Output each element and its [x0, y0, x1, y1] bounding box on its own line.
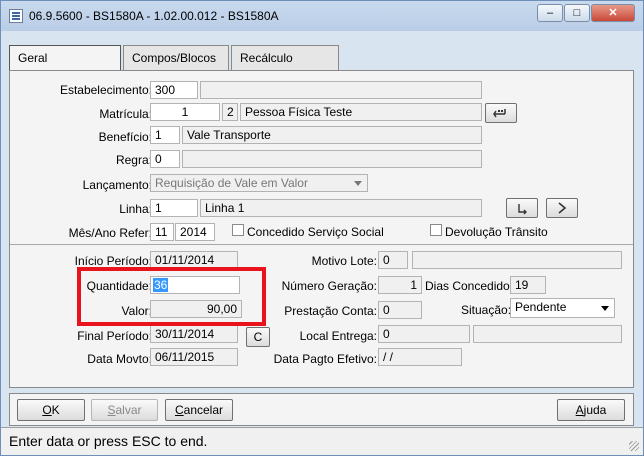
title-bar: 06.9.5600 - BS1580A - 1.02.00.012 - BS15… — [1, 1, 643, 31]
regra-name-field — [182, 150, 482, 168]
status-text: Enter data or press ESC to end. — [9, 433, 208, 449]
estabelecimento-label: Estabelecimento: — [59, 83, 152, 97]
matricula-label: Matrícula: — [99, 107, 152, 121]
tab-compos-blocos[interactable]: Compos/Blocos — [123, 45, 229, 71]
prestacao-conta-field: 0 — [378, 301, 422, 319]
maximize-button[interactable]: □ — [564, 4, 590, 22]
minimize-button[interactable]: – — [537, 4, 563, 22]
concedido-servico-social-label: Concedido Serviço Social — [247, 225, 384, 239]
devolucao-transito-label: Devolução Trânsito — [445, 225, 548, 239]
data-pagto-efetivo-label: Data Pagto Efetivo: — [273, 352, 377, 366]
close-button[interactable]: ✕ — [591, 4, 635, 22]
c-button[interactable]: C — [246, 327, 270, 347]
beneficio-label: Benefício: — [98, 130, 152, 144]
arrow-right-icon — [558, 202, 567, 214]
cancelar-label: ancelar — [183, 403, 224, 417]
final-periodo-field: 30/11/2014 — [150, 325, 238, 343]
linha-field[interactable]: 1 — [150, 199, 198, 217]
app-window: 06.9.5600 - BS1580A - 1.02.00.012 - BS15… — [0, 0, 644, 456]
lancamento-value: Requisição de Vale em Valor — [155, 176, 308, 190]
estabelecimento-field[interactable]: 300 — [150, 81, 198, 99]
beneficio-name-field: Vale Transporte — [182, 126, 482, 144]
salvar-button[interactable]: Salvar — [91, 399, 158, 421]
concedido-servico-social-checkbox[interactable] — [232, 224, 244, 236]
motivo-lote-field: 0 — [378, 251, 408, 269]
tab-geral[interactable]: Geral — [9, 45, 121, 73]
button-bar: OK Salvar Cancelar Ajuda — [9, 393, 634, 426]
lancamento-select: Requisição de Vale em Valor — [150, 174, 368, 192]
chevron-down-icon — [601, 306, 609, 311]
ajuda-label: juda — [583, 403, 607, 417]
status-bar: Enter data or press ESC to end. — [1, 427, 643, 455]
situacao-label: Situação: — [461, 303, 512, 317]
devolucao-transito-checkbox[interactable] — [430, 224, 442, 236]
window-title: 06.9.5600 - BS1580A - 1.02.00.012 - BS15… — [29, 9, 279, 23]
local-entrega-field: 0 — [378, 325, 470, 343]
cancelar-mnemonic: C — [174, 403, 184, 417]
matricula-seq-field: 2 — [222, 103, 238, 121]
tab-recalculo[interactable]: Recálculo — [231, 45, 339, 71]
ajuda-button[interactable]: Ajuda — [557, 399, 625, 421]
zoom-icon — [493, 109, 506, 118]
resize-grip[interactable] — [629, 441, 639, 451]
next-button[interactable] — [546, 198, 578, 218]
matricula-name-field: Pessoa Física Teste — [240, 103, 482, 121]
check-down-icon — [518, 204, 527, 215]
situacao-value: Pendente — [515, 300, 567, 314]
beneficio-field[interactable]: 1 — [150, 126, 180, 144]
salvar-mnemonic: S — [107, 403, 116, 417]
cancelar-button[interactable]: Cancelar — [165, 399, 233, 421]
matricula-field[interactable]: 1 — [150, 103, 220, 121]
local-entrega-label: Local Entrega: — [299, 329, 377, 343]
numero-geracao-field: 1 — [378, 276, 422, 294]
regra-field[interactable]: 0 — [150, 150, 180, 168]
data-pagto-efetivo-field: / / — [378, 348, 462, 366]
dias-concedidos-label: Dias Concedidos: — [425, 279, 520, 293]
lancamento-label: Lançamento: — [82, 178, 152, 192]
motivo-lote-label: Motivo Lote: — [311, 254, 377, 268]
ok-button[interactable]: OK — [17, 399, 85, 421]
situacao-select[interactable]: Pendente — [510, 298, 615, 318]
regra-label: Regra: — [115, 153, 152, 167]
motivo-lote-desc-field — [412, 251, 622, 269]
ok-mnemonic: O — [42, 403, 52, 417]
inicio-periodo-label: Início Período: — [74, 254, 152, 268]
check-down-button[interactable] — [506, 198, 538, 218]
linha-name-field: Linha 1 — [200, 199, 482, 217]
chevron-down-icon — [354, 181, 362, 186]
salvar-label: alvar — [115, 403, 142, 417]
prestacao-conta-label: Prestação Conta: — [284, 304, 377, 318]
numero-geracao-label: Número Geração: — [281, 279, 377, 293]
highlight-box — [77, 267, 266, 326]
app-icon — [9, 9, 23, 23]
mes-ano-label: Mês/Ano Refer: — [68, 226, 152, 240]
linha-label: Linha: — [119, 202, 152, 216]
ajuda-mnemonic: A — [575, 403, 584, 417]
data-movto-field: 06/11/2015 — [150, 348, 238, 366]
section-divider — [10, 244, 633, 245]
estabelecimento-name-field — [200, 81, 482, 99]
dias-concedidos-field: 19 — [510, 276, 546, 294]
local-entrega-desc-field — [473, 325, 622, 343]
data-movto-label: Data Movto: — [87, 352, 152, 366]
mes-field[interactable]: 11 — [150, 223, 174, 241]
zoom-button[interactable] — [485, 103, 517, 123]
ano-field[interactable]: 2014 — [175, 223, 215, 241]
final-periodo-label: Final Período: — [77, 329, 152, 343]
main-panel: Estabelecimento: 300 Matrícula: 1 2 Pess… — [9, 70, 634, 388]
ok-label: K — [51, 403, 60, 417]
